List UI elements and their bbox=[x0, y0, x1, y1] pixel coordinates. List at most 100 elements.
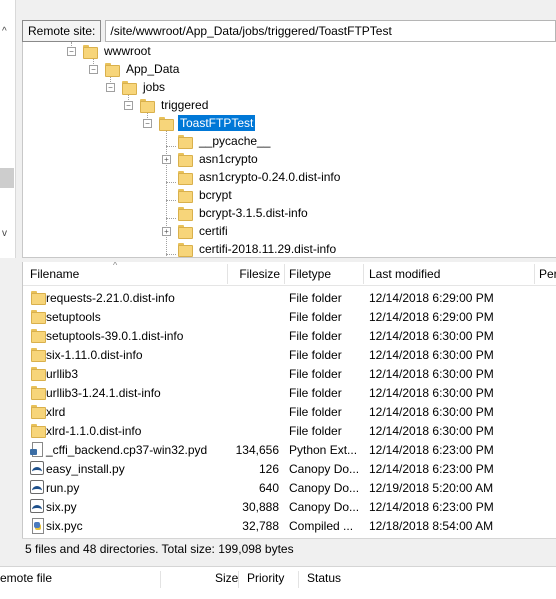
tree-item-asn1crypto-dist-info[interactable]: asn1crypto-0.24.0.dist-info bbox=[162, 168, 342, 186]
queue-column-size[interactable]: Size bbox=[215, 571, 238, 585]
file-name: urllib3-1.24.1.dist-info bbox=[46, 385, 161, 400]
file-row[interactable]: _cffi_backend.cp37-win32.pyd 134,656 Pyt… bbox=[23, 440, 556, 459]
queue-column-status[interactable]: Status bbox=[307, 571, 341, 585]
file-type: File folder bbox=[289, 366, 342, 381]
remote-directory-tree[interactable]: − wwwroot − App_Data − jobs − triggered … bbox=[22, 42, 556, 258]
collapse-icon[interactable]: − bbox=[143, 118, 152, 128]
summary-text: 5 files and 48 directories. Total size: … bbox=[25, 541, 294, 556]
collapse-icon[interactable]: − bbox=[124, 100, 133, 110]
file-row[interactable]: six.py 30,888 Canopy Do... 12/14/2018 6:… bbox=[23, 497, 556, 516]
queue-column-priority[interactable]: Priority bbox=[247, 571, 284, 585]
tree-item-label: certifi bbox=[199, 224, 228, 238]
tree-item-certifi-dist-info[interactable]: certifi-2018.11.29.dist-info bbox=[162, 240, 338, 257]
folder-icon bbox=[121, 80, 137, 95]
tree-item-asn1crypto[interactable]: + asn1crypto bbox=[162, 150, 260, 168]
remote-site-bar: Remote site: /site/wwwroot/App_Data/jobs… bbox=[22, 19, 556, 43]
remote-file-list[interactable]: ^ Filename Filesize Filetype Last modifi… bbox=[22, 262, 556, 538]
file-type: File folder bbox=[289, 290, 342, 305]
folder-icon bbox=[139, 98, 155, 113]
collapse-icon[interactable]: − bbox=[67, 46, 76, 56]
py-file-icon bbox=[30, 499, 44, 513]
tree-item-toastftptest[interactable]: − ToastFTPTest bbox=[143, 114, 257, 132]
file-type: File folder bbox=[289, 423, 342, 438]
tree-item-bcrypt[interactable]: bcrypt bbox=[162, 186, 234, 204]
file-type: Canopy Do... bbox=[289, 480, 360, 495]
folder-icon bbox=[30, 385, 46, 400]
tree-item-wwwroot[interactable]: − wwwroot bbox=[67, 42, 153, 60]
scroll-down-arrow-icon[interactable]: v bbox=[2, 228, 7, 239]
file-name: setuptools bbox=[46, 309, 101, 324]
folder-icon bbox=[82, 44, 98, 59]
tree-item-label: bcrypt-3.1.5.dist-info bbox=[199, 206, 308, 220]
collapse-icon[interactable]: − bbox=[89, 64, 98, 74]
file-list-header: ^ Filename Filesize Filetype Last modifi… bbox=[23, 262, 556, 286]
tree-item-label: triggered bbox=[161, 98, 209, 112]
tree-item-label: asn1crypto bbox=[199, 152, 258, 166]
file-type: File folder bbox=[289, 309, 342, 324]
file-row[interactable]: six-1.11.0.dist-info File folder 12/14/2… bbox=[23, 345, 556, 364]
file-modified: 12/19/2018 5:20:00 AM bbox=[369, 480, 494, 495]
folder-icon bbox=[177, 170, 193, 185]
tree-item-bcrypt-dist-info[interactable]: bcrypt-3.1.5.dist-info bbox=[162, 204, 310, 222]
tree-item-label: jobs bbox=[143, 80, 166, 94]
file-row[interactable]: easy_install.py 126 Canopy Do... 12/14/2… bbox=[23, 459, 556, 478]
expand-icon[interactable]: + bbox=[162, 226, 171, 236]
file-type: Compiled ... bbox=[289, 518, 354, 533]
file-modified: 12/14/2018 6:29:00 PM bbox=[369, 309, 494, 324]
file-modified: 12/14/2018 6:30:00 PM bbox=[369, 347, 494, 362]
file-row[interactable]: run.py 640 Canopy Do... 12/19/2018 5:20:… bbox=[23, 478, 556, 497]
column-filesize[interactable]: Filesize bbox=[239, 267, 280, 281]
folder-icon bbox=[30, 423, 46, 438]
column-filetype[interactable]: Filetype bbox=[289, 267, 331, 281]
scroll-up-arrow-icon[interactable]: ^ bbox=[2, 26, 7, 37]
file-type: File folder bbox=[289, 385, 342, 400]
file-row[interactable]: xlrd File folder 12/14/2018 6:30:00 PM bbox=[23, 402, 556, 421]
file-modified: 12/18/2018 8:54:00 AM bbox=[369, 518, 494, 533]
column-filename[interactable]: Filename bbox=[30, 267, 79, 281]
folder-icon bbox=[30, 290, 46, 305]
tree-item-certifi[interactable]: + certifi bbox=[162, 222, 230, 240]
scroll-thumb[interactable] bbox=[0, 168, 14, 188]
file-modified: 12/14/2018 6:23:00 PM bbox=[369, 442, 494, 457]
file-row[interactable]: six.pyc 32,788 Compiled ... 12/18/2018 8… bbox=[23, 516, 556, 535]
tree-item-label: bcrypt bbox=[199, 188, 232, 202]
file-size: 30,888 bbox=[242, 499, 279, 514]
file-name: requests-2.21.0.dist-info bbox=[46, 290, 175, 305]
collapse-icon[interactable]: − bbox=[106, 82, 115, 92]
file-row[interactable]: requests-2.21.0.dist-info File folder 12… bbox=[23, 288, 556, 307]
file-size: 126 bbox=[258, 461, 279, 476]
column-last-modified[interactable]: Last modified bbox=[369, 267, 440, 281]
file-size: 32,788 bbox=[242, 518, 279, 533]
file-modified: 12/14/2018 6:29:00 PM bbox=[369, 290, 494, 305]
column-permissions[interactable]: Per bbox=[539, 267, 556, 281]
file-row[interactable]: setuptools File folder 12/14/2018 6:29:0… bbox=[23, 307, 556, 326]
file-modified: 12/14/2018 6:30:00 PM bbox=[369, 385, 494, 400]
tree-item-app-data[interactable]: − App_Data bbox=[89, 60, 181, 78]
file-name: easy_install.py bbox=[46, 461, 125, 476]
tree-item-label: __pycache__ bbox=[199, 134, 271, 148]
tree-item-label: asn1crypto-0.24.0.dist-info bbox=[199, 170, 341, 184]
queue-column-remote-file[interactable]: emote file bbox=[0, 571, 52, 585]
file-name: six-1.11.0.dist-info bbox=[46, 347, 143, 362]
file-row[interactable]: urllib3-1.24.1.dist-info File folder 12/… bbox=[23, 383, 556, 402]
file-type: File folder bbox=[289, 347, 342, 362]
tree-item-triggered[interactable]: − triggered bbox=[124, 96, 210, 114]
tree-item-pycache[interactable]: __pycache__ bbox=[162, 132, 272, 150]
folder-icon bbox=[30, 366, 46, 381]
tree-item-label: wwwroot bbox=[104, 44, 151, 58]
file-modified: 12/14/2018 6:30:00 PM bbox=[369, 366, 494, 381]
file-name: run.py bbox=[46, 480, 80, 495]
file-row[interactable]: urllib3 File folder 12/14/2018 6:30:00 P… bbox=[23, 364, 556, 383]
file-row[interactable]: xlrd-1.1.0.dist-info File folder 12/14/2… bbox=[23, 421, 556, 440]
py-file-icon bbox=[30, 480, 44, 494]
file-row[interactable]: setuptools-39.0.1.dist-info File folder … bbox=[23, 326, 556, 345]
remote-path-input[interactable]: /site/wwwroot/App_Data/jobs/triggered/To… bbox=[105, 20, 556, 42]
file-type: Python Ext... bbox=[289, 442, 358, 457]
file-modified: 12/14/2018 6:23:00 PM bbox=[369, 461, 494, 476]
file-name: _cffi_backend.cp37-win32.pyd bbox=[46, 442, 208, 457]
file-type: File folder bbox=[289, 328, 342, 343]
expand-icon[interactable]: + bbox=[162, 154, 171, 164]
transfer-queue-body[interactable] bbox=[0, 588, 556, 599]
tree-item-jobs[interactable]: − jobs bbox=[106, 78, 167, 96]
local-pane-scrollbar[interactable]: ^ v bbox=[0, 0, 16, 258]
